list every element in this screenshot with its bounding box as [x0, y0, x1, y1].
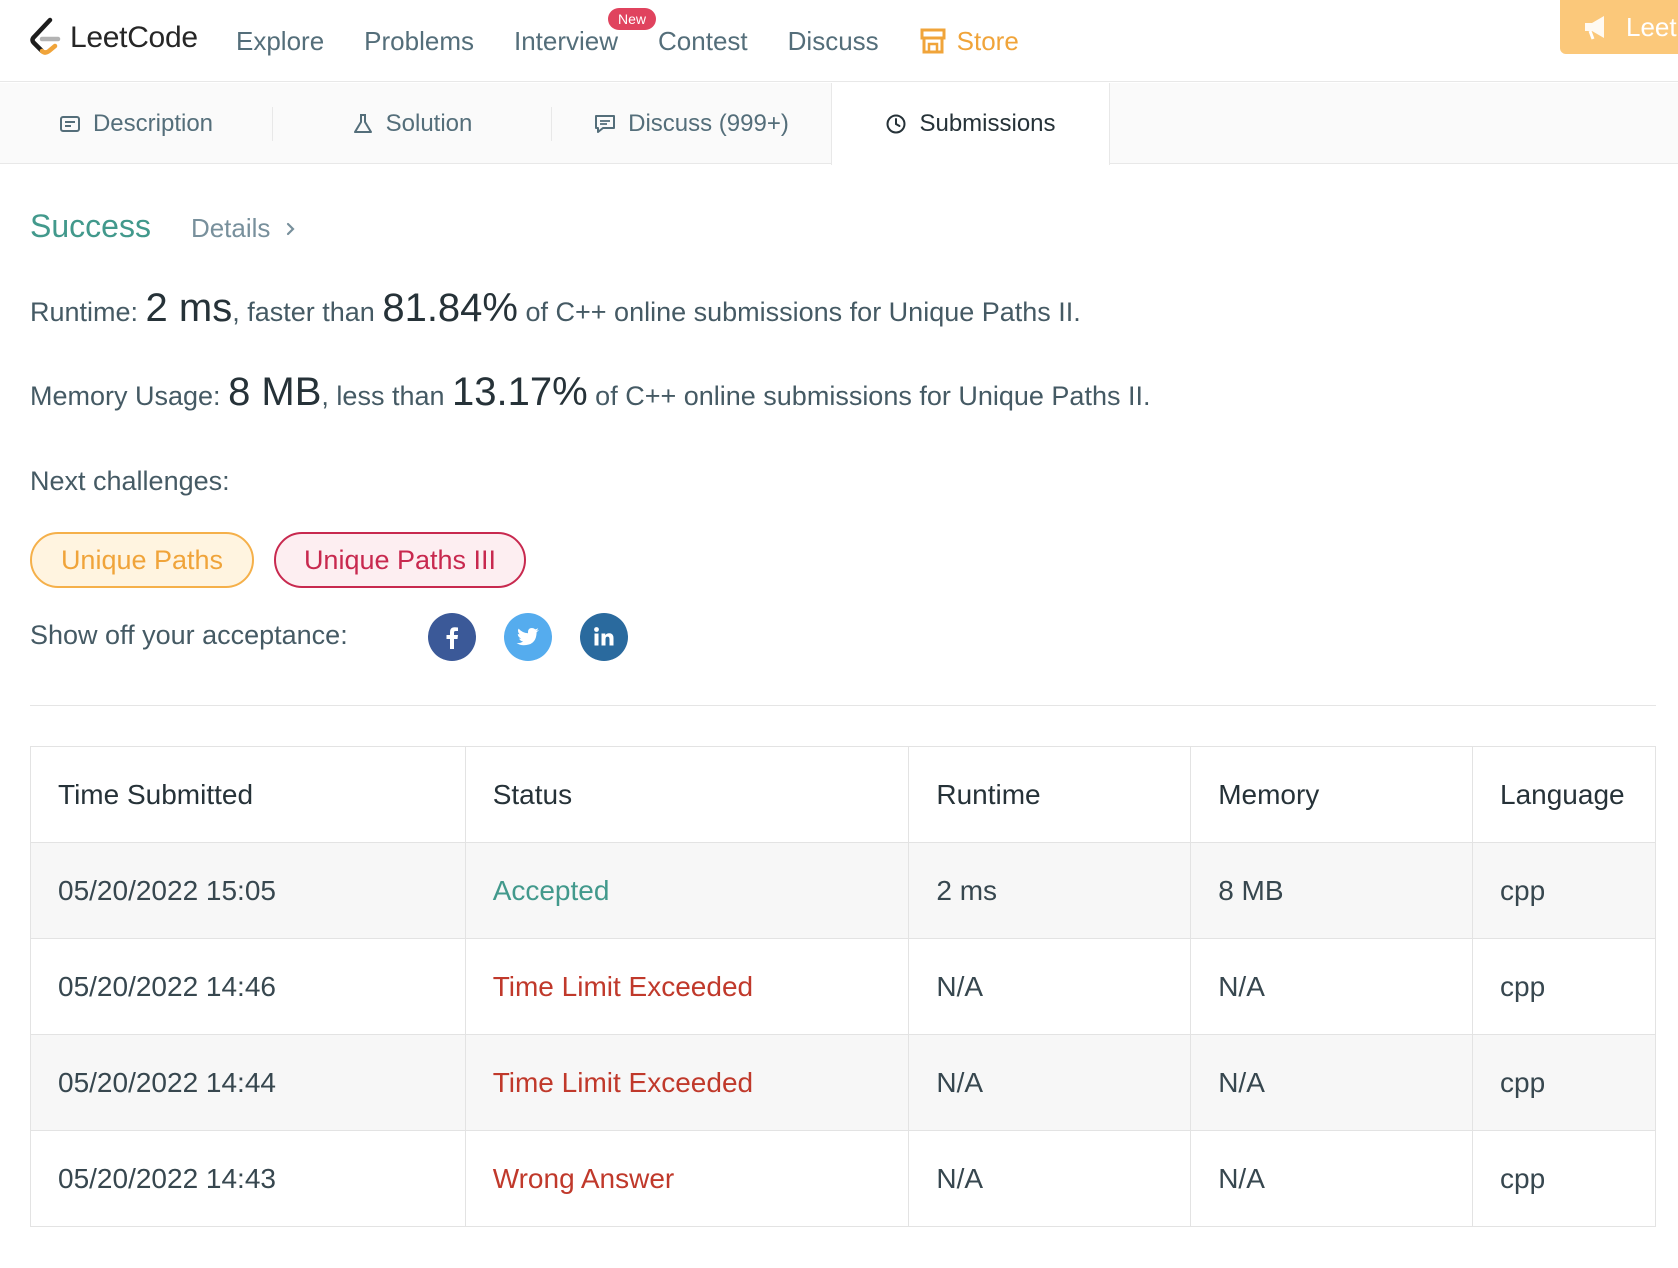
cell-runtime: 2 ms [908, 842, 1192, 939]
premium-button[interactable]: Leet [1560, 0, 1678, 54]
nav-store[interactable]: Store [919, 26, 1019, 57]
challenge-unique-paths[interactable]: Unique Paths [30, 532, 254, 588]
memory-value: 8 MB [228, 370, 322, 414]
nav-problems[interactable]: Problems [364, 26, 474, 57]
cell-time: 05/20/2022 14:44 [30, 1034, 466, 1131]
table-row: 05/20/2022 14:43 Wrong Answer N/A N/A cp… [30, 1130, 1656, 1227]
cell-status-link[interactable]: Wrong Answer [464, 1130, 910, 1227]
runtime-percentile: 81.84% [382, 286, 518, 330]
runtime-tail: of C++ online submissions for Unique Pat… [518, 297, 1081, 327]
tab-description[interactable]: Description [0, 83, 272, 164]
tab-submissions[interactable]: Submissions [831, 83, 1110, 165]
description-icon [59, 115, 80, 132]
megaphone-icon [1585, 16, 1604, 40]
cell-memory: N/A [1190, 1130, 1474, 1227]
memory-label: Memory Usage: [30, 381, 229, 411]
runtime-value: 2 ms [145, 286, 233, 330]
share-label: Show off your acceptance: [30, 620, 348, 650]
share-linkedin-button[interactable] [580, 613, 628, 661]
cell-language: cpp [1472, 1034, 1656, 1131]
nav-contest[interactable]: Contest [658, 26, 748, 57]
cell-memory: 8 MB [1190, 842, 1474, 939]
runtime-label: Runtime: [30, 297, 146, 327]
submissions-table: Time Submitted Status Runtime Memory Lan… [30, 746, 1656, 1227]
leetcode-logo[interactable]: LeetCode [28, 16, 198, 60]
runtime-mid: , faster than [232, 297, 383, 327]
linkedin-icon [594, 627, 614, 646]
flask-icon [353, 113, 372, 133]
memory-summary: Memory Usage: 8 MB, less than 13.17% of … [30, 370, 1150, 415]
premium-label: Leet [1626, 11, 1677, 42]
tab-discuss-label: Discuss (999+) [628, 109, 789, 137]
header-status[interactable]: Status [464, 746, 910, 843]
details-link[interactable]: Details [191, 213, 298, 244]
share-facebook-button[interactable] [428, 613, 476, 661]
result-header: Success Details [30, 208, 298, 245]
cell-time: 05/20/2022 14:46 [30, 938, 466, 1035]
section-divider [30, 705, 1656, 706]
header-time-submitted[interactable]: Time Submitted [30, 746, 466, 843]
nav-store-label: Store [956, 25, 1019, 56]
tab-solution-label: Solution [385, 109, 473, 137]
header-language[interactable]: Language [1472, 746, 1656, 843]
header-memory[interactable]: Memory [1190, 746, 1474, 843]
cell-language: cpp [1472, 938, 1656, 1035]
details-label: Details [190, 213, 271, 243]
cell-runtime: N/A [908, 938, 1192, 1035]
share-twitter-button[interactable] [504, 613, 552, 661]
tab-description-label: Description [92, 109, 214, 137]
tab-discuss[interactable]: Discuss (999+) [552, 83, 831, 164]
cell-time: 05/20/2022 14:43 [30, 1130, 466, 1227]
brand-name: LeetCode [70, 21, 198, 54]
cell-language: cpp [1472, 1130, 1656, 1227]
next-challenges-label: Next challenges: [30, 466, 230, 496]
cell-runtime: N/A [908, 1034, 1192, 1131]
nav-explore[interactable]: Explore [236, 26, 324, 57]
comment-icon [595, 114, 616, 133]
problem-tabs: Description Solution Discuss (999+) Subm… [0, 83, 1678, 165]
cell-status-link[interactable]: Accepted [464, 842, 910, 939]
top-navbar: LeetCode Explore Problems Interview New … [0, 0, 1678, 82]
cell-memory: N/A [1190, 938, 1474, 1035]
cell-runtime: N/A [908, 1130, 1192, 1227]
leetcode-logo-icon [30, 17, 61, 55]
clock-icon [886, 114, 906, 134]
cell-language: cpp [1472, 842, 1656, 939]
table-header-row: Time Submitted Status Runtime Memory Lan… [30, 746, 1656, 843]
challenge-unique-paths-iii[interactable]: Unique Paths III [274, 532, 526, 588]
nav-interview[interactable]: Interview New [513, 7, 656, 57]
new-badge: New [607, 7, 656, 30]
table-row: 05/20/2022 14:44 Time Limit Exceeded N/A… [30, 1034, 1656, 1131]
runtime-summary: Runtime: 2 ms, faster than 81.84% of C++… [30, 286, 1081, 331]
nav-discuss[interactable]: Discuss [788, 26, 879, 57]
tab-submissions-label: Submissions [919, 110, 1056, 137]
cell-status-link[interactable]: Time Limit Exceeded [464, 1034, 910, 1131]
tab-solution[interactable]: Solution [273, 83, 551, 164]
twitter-icon [516, 628, 539, 646]
header-runtime[interactable]: Runtime [908, 746, 1192, 843]
table-row: 05/20/2022 15:05 Accepted 2 ms 8 MB cpp [30, 842, 1656, 939]
chevron-right-icon [287, 222, 295, 235]
cell-status-link[interactable]: Time Limit Exceeded [464, 938, 910, 1035]
nav-interview-label: Interview [513, 25, 619, 56]
memory-tail: of C++ online submissions for Unique Pat… [587, 381, 1151, 411]
table-row: 05/20/2022 14:46 Time Limit Exceeded N/A… [30, 938, 1656, 1035]
memory-mid: , less than [321, 381, 452, 411]
cell-memory: N/A [1190, 1034, 1474, 1131]
store-icon [920, 28, 946, 54]
cell-time: 05/20/2022 15:05 [30, 842, 466, 939]
facebook-icon [446, 627, 458, 649]
nav-links: Explore Problems Interview New Contest D… [236, 0, 1059, 82]
memory-percentile: 13.17% [452, 370, 588, 414]
result-status: Success [30, 208, 151, 244]
